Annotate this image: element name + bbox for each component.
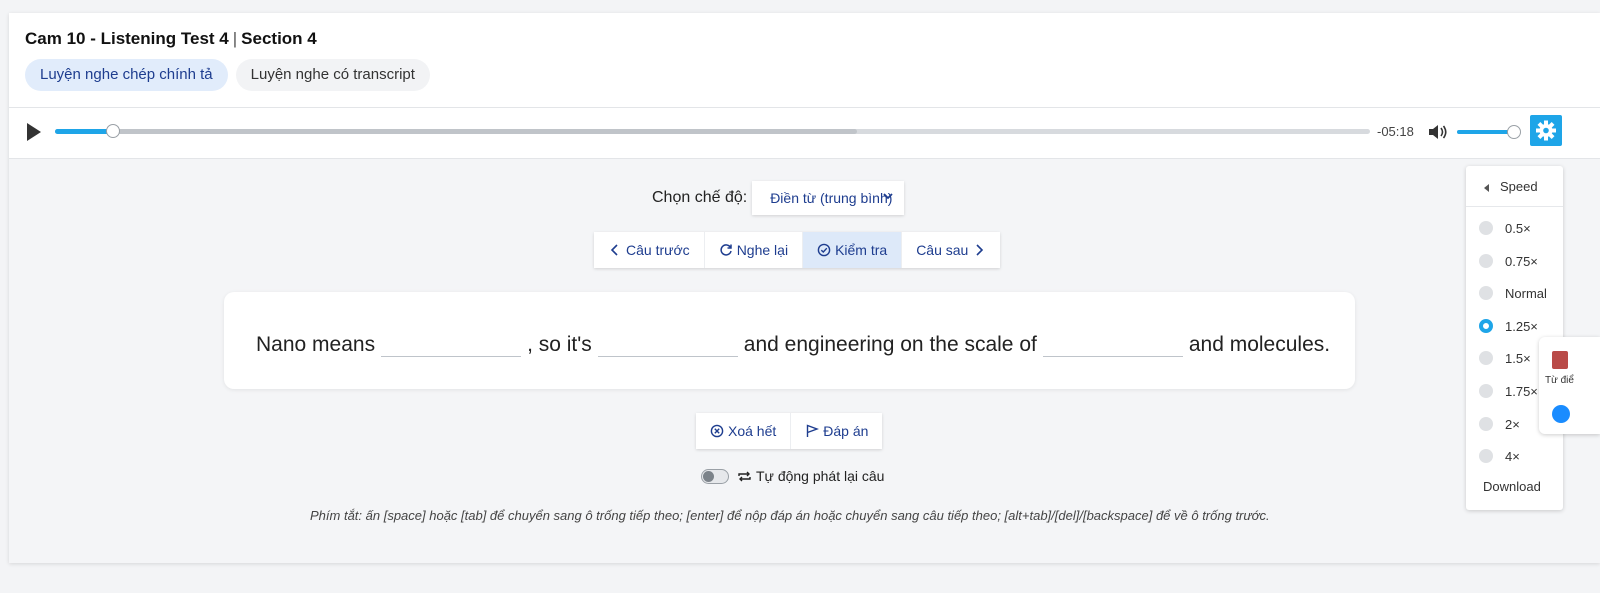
replay-button[interactable]: Nghe lại bbox=[705, 232, 804, 268]
dictionary-icon[interactable] bbox=[1552, 351, 1568, 369]
buffered-bar bbox=[55, 129, 858, 134]
radio-icon bbox=[1479, 449, 1493, 463]
radio-icon bbox=[1479, 221, 1493, 235]
download-link[interactable]: Download bbox=[1483, 479, 1541, 494]
prev-sentence-label: Câu trước bbox=[626, 242, 690, 258]
show-answer-label: Đáp án bbox=[823, 423, 869, 439]
mode-select[interactable]: Điền từ (trung bình) bbox=[752, 181, 905, 215]
dictionary-label[interactable]: Từ điể bbox=[1545, 375, 1574, 386]
chevron-left-icon bbox=[610, 244, 618, 256]
check-button[interactable]: Kiểm tra bbox=[803, 232, 903, 268]
clear-all-button[interactable]: Xoá hết bbox=[696, 413, 792, 449]
radio-icon bbox=[1479, 254, 1493, 268]
check-label: Kiểm tra bbox=[835, 242, 888, 258]
test-title: Cam 10 - Listening Test 4 bbox=[25, 29, 229, 48]
chevron-right-icon bbox=[976, 244, 984, 256]
check-circle-icon bbox=[817, 243, 831, 257]
settings-button[interactable] bbox=[1530, 115, 1562, 146]
volume-fill bbox=[1457, 130, 1513, 134]
mode-selector-row: Chọn chế độ: Điền từ (trung bình) bbox=[652, 181, 905, 215]
prev-sentence-button[interactable]: Câu trước bbox=[594, 232, 705, 268]
speed-menu-title: Speed bbox=[1500, 179, 1538, 194]
page-title: Cam 10 - Listening Test 4 | Section 4 bbox=[25, 29, 317, 49]
next-sentence-button[interactable]: Câu sau bbox=[902, 232, 1000, 268]
lesson-header: Cam 10 - Listening Test 4 | Section 4 Luyệ… bbox=[9, 13, 1600, 108]
sentence-part-3: and engineering on the scale of bbox=[743, 333, 1037, 356]
clear-all-label: Xoá hết bbox=[728, 423, 777, 439]
seek-knob[interactable] bbox=[105, 124, 120, 138]
mode-tabs: Luyện nghe chép chính tả Luyện nghe có t… bbox=[25, 59, 430, 91]
volume-knob[interactable] bbox=[1506, 125, 1521, 139]
dictation-sentence: Nano means , so it's and engineering on … bbox=[256, 322, 1330, 357]
seek-bar[interactable] bbox=[55, 124, 1370, 138]
title-separator: | bbox=[232, 29, 238, 48]
answer-blank-3[interactable] bbox=[1042, 322, 1183, 357]
mode-selected-value: Điền từ (trung bình) bbox=[770, 190, 893, 206]
speed-option-0.75[interactable]: 0.75× bbox=[1479, 250, 1538, 272]
flag-icon bbox=[807, 424, 820, 437]
answer-actions: Xoá hết Đáp án bbox=[696, 413, 883, 449]
sentence-nav: Câu trước Nghe lại Kiểm tra Câu sau bbox=[594, 232, 1001, 268]
radio-icon bbox=[1479, 351, 1493, 365]
speed-option-label: 1.75× bbox=[1505, 383, 1538, 399]
speed-menu-back[interactable]: Speed bbox=[1466, 166, 1563, 207]
answer-blank-2[interactable] bbox=[597, 322, 738, 357]
auto-replay-label: Tự động phát lại câu bbox=[756, 468, 885, 484]
replay-label: Nghe lại bbox=[736, 242, 789, 258]
chevron-down-icon bbox=[883, 193, 893, 200]
section-title: Section 4 bbox=[241, 29, 317, 48]
auto-replay-row: Tự động phát lại câu bbox=[701, 468, 884, 484]
side-widget: Từ điể bbox=[1539, 337, 1600, 434]
sentence-part-1: Nano means bbox=[256, 333, 376, 356]
speed-option-label: 0.5× bbox=[1505, 220, 1531, 236]
shortcut-hint: Phím tắt: ấn [space] hoặc [tab] để chuyể… bbox=[310, 508, 1270, 523]
auto-replay-toggle[interactable] bbox=[701, 468, 729, 484]
close-circle-icon bbox=[710, 424, 724, 438]
mode-label: Chọn chế độ: bbox=[652, 189, 748, 206]
toggle-knob bbox=[703, 470, 714, 482]
volume-slider[interactable] bbox=[1457, 125, 1521, 139]
sentence-part-2: , so it's bbox=[527, 333, 592, 356]
speed-option-2[interactable]: 2× bbox=[1479, 413, 1520, 435]
speed-option-1.25[interactable]: 1.25× bbox=[1479, 315, 1538, 337]
played-bar bbox=[55, 129, 113, 134]
speed-option-label: 4× bbox=[1505, 448, 1520, 464]
remaining-time: -05:18 bbox=[1377, 124, 1414, 139]
speed-option-4[interactable]: 4× bbox=[1479, 445, 1520, 467]
dictation-sentence-card: Nano means , so it's and engineering on … bbox=[224, 292, 1355, 389]
speed-option-label: 0.75× bbox=[1505, 253, 1538, 269]
repeat-icon bbox=[738, 471, 751, 481]
exercise-area: Chọn chế độ: Điền từ (trung bình) Câu tr… bbox=[9, 159, 1600, 563]
speed-option-label: Normal bbox=[1505, 285, 1547, 301]
speed-option-label: 1.25× bbox=[1505, 318, 1538, 334]
sentence-part-4: and molecules. bbox=[1188, 333, 1331, 356]
play-icon[interactable] bbox=[27, 123, 41, 141]
volume-icon[interactable] bbox=[1427, 123, 1449, 141]
radio-selected-icon bbox=[1479, 319, 1493, 333]
audio-player: -05:18 bbox=[9, 108, 1600, 159]
tab-dictation[interactable]: Luyện nghe chép chính tả bbox=[25, 59, 228, 91]
radio-icon bbox=[1479, 384, 1493, 398]
main-card: Cam 10 - Listening Test 4 | Section 4 Luyệ… bbox=[9, 13, 1600, 563]
show-answer-button[interactable]: Đáp án bbox=[791, 413, 882, 449]
speed-option-0.5[interactable]: 0.5× bbox=[1479, 217, 1531, 239]
speed-option-1.5[interactable]: 1.5× bbox=[1479, 347, 1531, 369]
answer-blank-1[interactable] bbox=[381, 322, 522, 357]
tab-transcript[interactable]: Luyện nghe có transcript bbox=[235, 59, 430, 91]
radio-icon bbox=[1479, 417, 1493, 431]
next-sentence-label: Câu sau bbox=[916, 242, 969, 258]
speed-option-1.75[interactable]: 1.75× bbox=[1479, 380, 1538, 402]
speed-option-normal[interactable]: Normal bbox=[1479, 282, 1547, 304]
speed-option-label: 1.5× bbox=[1505, 350, 1531, 366]
gear-icon bbox=[1536, 120, 1556, 141]
messenger-icon[interactable] bbox=[1552, 405, 1570, 423]
replay-icon bbox=[720, 244, 732, 256]
radio-icon bbox=[1479, 286, 1493, 300]
speed-option-label: 2× bbox=[1505, 416, 1520, 432]
caret-left-icon bbox=[1484, 184, 1489, 192]
